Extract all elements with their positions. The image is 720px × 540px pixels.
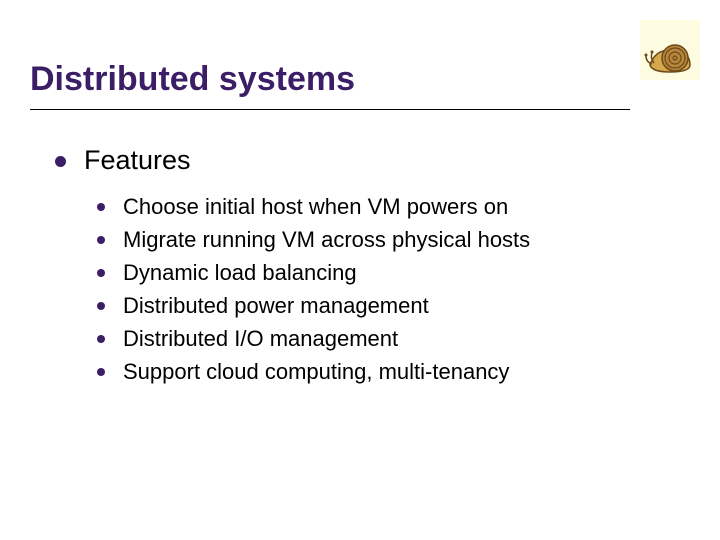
bullet-icon	[97, 335, 105, 343]
list-item: Migrate running VM across physical hosts	[97, 227, 680, 253]
heading-text: Features	[84, 145, 191, 176]
list-item-text: Distributed power management	[123, 293, 429, 319]
list-item-text: Distributed I/O management	[123, 326, 398, 352]
slide-title: Distributed systems	[30, 60, 630, 99]
list-item-text: Migrate running VM across physical hosts	[123, 227, 530, 253]
list-item-text: Choose initial host when VM powers on	[123, 194, 508, 220]
list-item: Dynamic load balancing	[97, 260, 680, 286]
bullet-icon	[97, 368, 105, 376]
list-item-text: Support cloud computing, multi-tenancy	[123, 359, 509, 385]
snail-logo-icon	[640, 20, 700, 80]
title-area: Distributed systems	[30, 60, 630, 110]
bullet-icon	[97, 269, 105, 277]
bullet-icon	[97, 203, 105, 211]
content-area: Features Choose initial host when VM pow…	[55, 145, 680, 392]
list-item: Distributed power management	[97, 293, 680, 319]
bullet-icon	[97, 236, 105, 244]
list-item: Support cloud computing, multi-tenancy	[97, 359, 680, 385]
bullet-icon	[55, 156, 66, 167]
bullet-icon	[97, 302, 105, 310]
list-item: Distributed I/O management	[97, 326, 680, 352]
feature-list: Choose initial host when VM powers on Mi…	[97, 194, 680, 385]
list-item-text: Dynamic load balancing	[123, 260, 357, 286]
heading-item: Features	[55, 145, 680, 176]
list-item: Choose initial host when VM powers on	[97, 194, 680, 220]
